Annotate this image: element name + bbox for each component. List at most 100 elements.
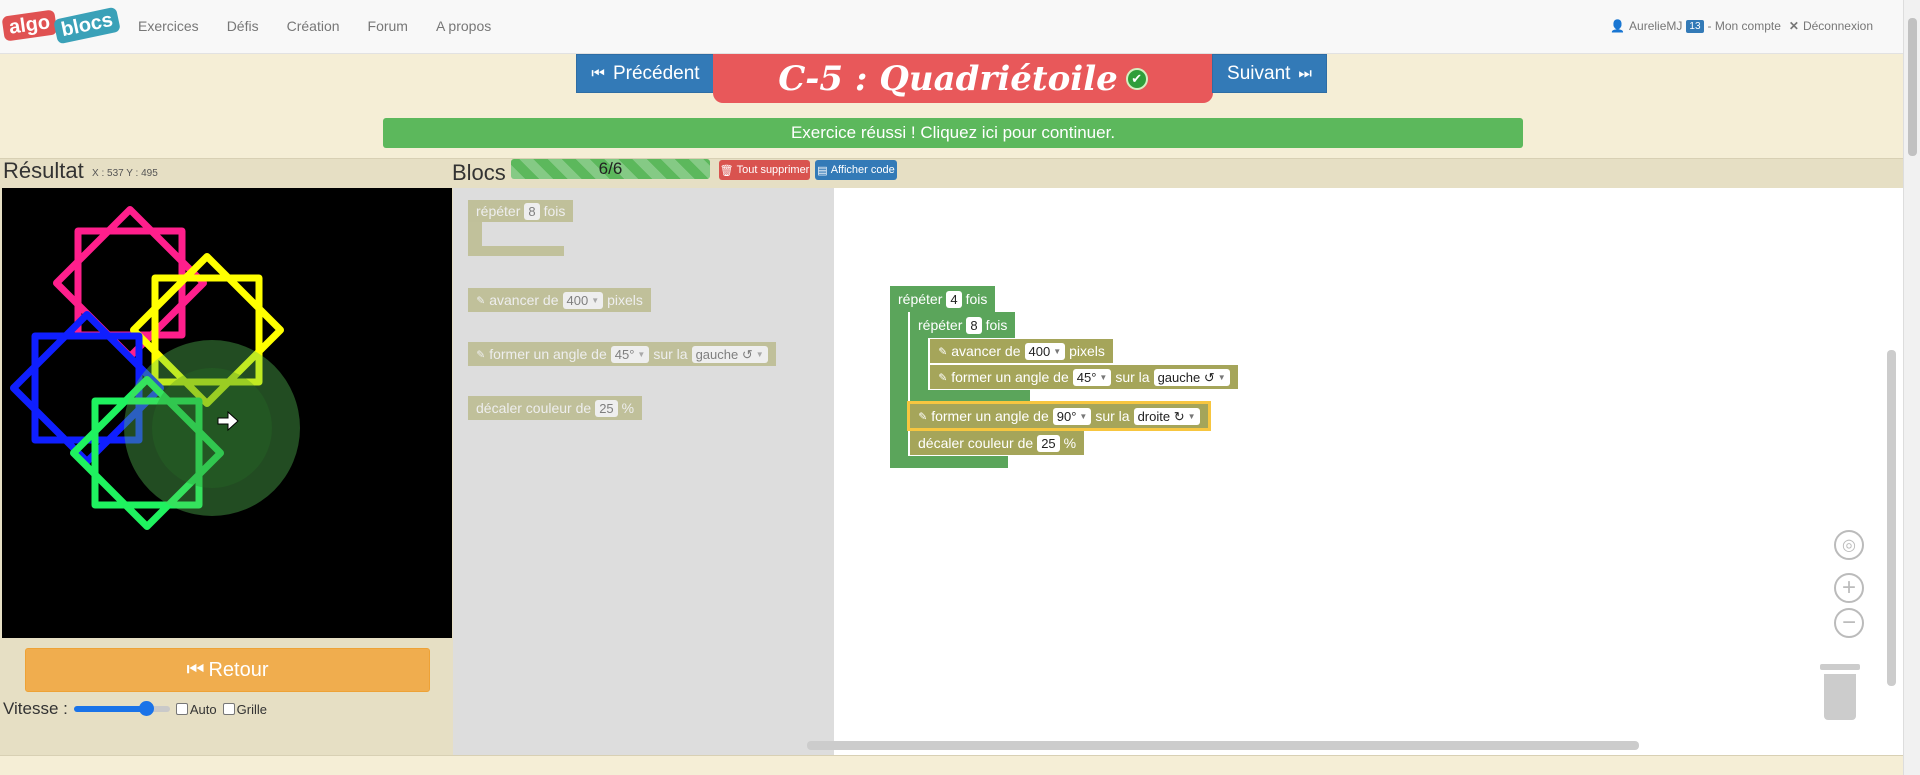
workspace-vscrollbar[interactable] [1887,350,1896,686]
inner-repeat-count[interactable]: 8 [966,316,982,334]
footer-strip [0,755,1903,775]
logout-link[interactable]: Déconnexion [1803,19,1873,33]
panel-header [0,158,1903,188]
block-text: répéter [918,317,963,333]
user-level-badge: 13 [1686,19,1704,33]
outer-repeat-foot [890,456,1008,468]
angle-field[interactable]: 90° ▼ [1052,407,1092,425]
turn-left-block[interactable]: ✏ former un angle de 45° ▼ sur la gauche … [930,365,1238,389]
page-scrollbar-thumb[interactable] [1908,18,1917,156]
show-code-button[interactable]: ▤ Afficher code [815,160,897,180]
repeat-count-field[interactable]: 8 [524,202,540,220]
dropdown-arrow-icon: ▼ [1099,372,1108,382]
page-scrollbar[interactable] [1903,0,1920,775]
algoblocs-logo[interactable]: algo blocs [1,5,123,47]
field-value: gauche ↺ [695,346,753,362]
account-link[interactable]: - Mon compte [1708,19,1781,33]
field-value: 400 [566,292,589,308]
menu-forum[interactable]: Forum [368,18,408,34]
pen-icon: ✏ [934,343,950,359]
block-text: pixels [1069,343,1105,359]
top-navbar: algo blocs Exercices Défis Création Foru… [0,0,1903,54]
result-heading: Résultat [3,158,84,183]
dropdown-arrow-icon: ▼ [1079,411,1088,421]
block-text: former un angle de [951,369,1069,385]
auto-checkbox[interactable] [175,703,188,715]
outer-repeat-block[interactable]: répéter 4 fois [890,286,996,312]
dropdown-arrow-icon: ▼ [591,295,600,305]
menu-defis[interactable]: Défis [227,18,259,34]
auto-label: Auto [189,701,217,717]
workspace-trash-icon[interactable] [1820,664,1860,720]
block-text: fois [965,291,988,307]
inner-repeat-block[interactable]: répéter 8 fois [910,312,1016,338]
dropdown-arrow-icon: ▼ [637,349,646,359]
block-text: sur la [653,346,688,362]
block-text: avancer de [489,292,559,308]
block-workspace[interactable]: répéter 4 fois répéter 8 fois ✏ avancer … [834,188,1903,755]
dropdown-arrow-icon: ▼ [755,349,764,359]
speed-controls: Vitesse : Auto Grille [3,699,267,719]
speed-slider[interactable] [73,701,170,716]
grid-option[interactable]: Grille [222,702,267,717]
distance-field[interactable]: 400 ▼ [1024,342,1066,360]
zoom-in-icon[interactable]: + [1834,573,1864,603]
block-text: pixels [607,292,643,308]
main-menu: Exercices Défis Création Forum A propos [138,18,519,34]
turtle-halo-inner [152,368,272,488]
outer-repeat-count[interactable]: 4 [946,290,962,308]
direction-field[interactable]: gauche ↺ ▼ [691,345,768,363]
zoom-out-icon[interactable]: − [1834,608,1864,638]
toolbox-forward-block[interactable]: ✏ avancer de 400 ▼ pixels [468,288,651,312]
stars-drawing [9,205,300,531]
toolbox-color-block[interactable]: décaler couleur de 25 % [468,396,643,420]
color-shift-field[interactable]: 25 [595,399,618,417]
menu-creation[interactable]: Création [287,18,340,34]
next-button[interactable]: Suivant ⏭ [1212,54,1327,93]
delete-all-button[interactable]: 🗑 Tout supprimer [719,160,810,180]
speed-label: Vitesse : [3,699,68,718]
logo-algo: algo [1,9,58,42]
close-icon: ✕ [1788,19,1799,33]
blocs-heading: Blocs [452,160,506,185]
angle-field[interactable]: 45° ▼ [1072,368,1112,386]
toolbox-turn-block[interactable]: ✏ former un angle de 45° ▼ sur la gauche … [468,342,776,366]
retour-button[interactable]: ⏮ Retour [25,648,430,692]
result-canvas [2,188,452,638]
field-value: gauche ↺ [1157,369,1215,385]
color-shift-block[interactable]: décaler couleur de 25 % [910,431,1085,455]
exercise-title-text: C-5 : Quadriétoile [778,58,1118,99]
color-shift-field[interactable]: 25 [1037,434,1060,452]
turn-right-block[interactable]: ✏ former un angle de 90° ▼ sur la droite … [907,401,1211,431]
blocks-progress: 6/6 [511,159,710,179]
menu-exercices[interactable]: Exercices [138,18,199,34]
block-text: % [621,400,635,416]
direction-field[interactable]: gauche ↺ ▼ [1153,368,1230,386]
block-text: fois [543,203,566,219]
angle-field[interactable]: 45° ▼ [610,345,650,363]
speed-slider-fill [73,706,146,712]
distance-field[interactable]: 400 ▼ [562,291,604,309]
forward-block[interactable]: ✏ avancer de 400 ▼ pixels [930,339,1113,363]
block-text: répéter [898,291,943,307]
grid-checkbox[interactable] [222,703,235,715]
workspace-hscrollbar[interactable] [807,741,1639,750]
speed-slider-knob[interactable] [138,701,154,716]
rewind-icon: ⏮ [186,658,205,681]
toolbox-repeat-foot [468,246,564,256]
toolbox-repeat-block[interactable]: répéter 8 fois [468,200,574,222]
field-value: 45° [614,346,635,362]
dropdown-arrow-icon: ▼ [1053,346,1062,356]
auto-option[interactable]: Auto [175,701,217,717]
username[interactable]: AurelieMJ [1629,19,1682,33]
direction-field[interactable]: droite ↻ ▼ [1133,407,1200,425]
success-banner[interactable]: Exercice réussi ! Cliquez ici pour conti… [383,118,1523,148]
outer-repeat-arm [890,286,908,468]
delete-all-label: Tout supprimer [736,164,810,176]
previous-button[interactable]: ⏮ Précédent [576,54,715,93]
cursor-coords: X : 537 Y : 495 [92,168,158,179]
trash-body [1824,674,1856,720]
show-code-label: Afficher code [830,164,895,176]
recenter-icon[interactable]: ◎ [1834,530,1864,560]
menu-apropos[interactable]: A propos [436,18,491,34]
